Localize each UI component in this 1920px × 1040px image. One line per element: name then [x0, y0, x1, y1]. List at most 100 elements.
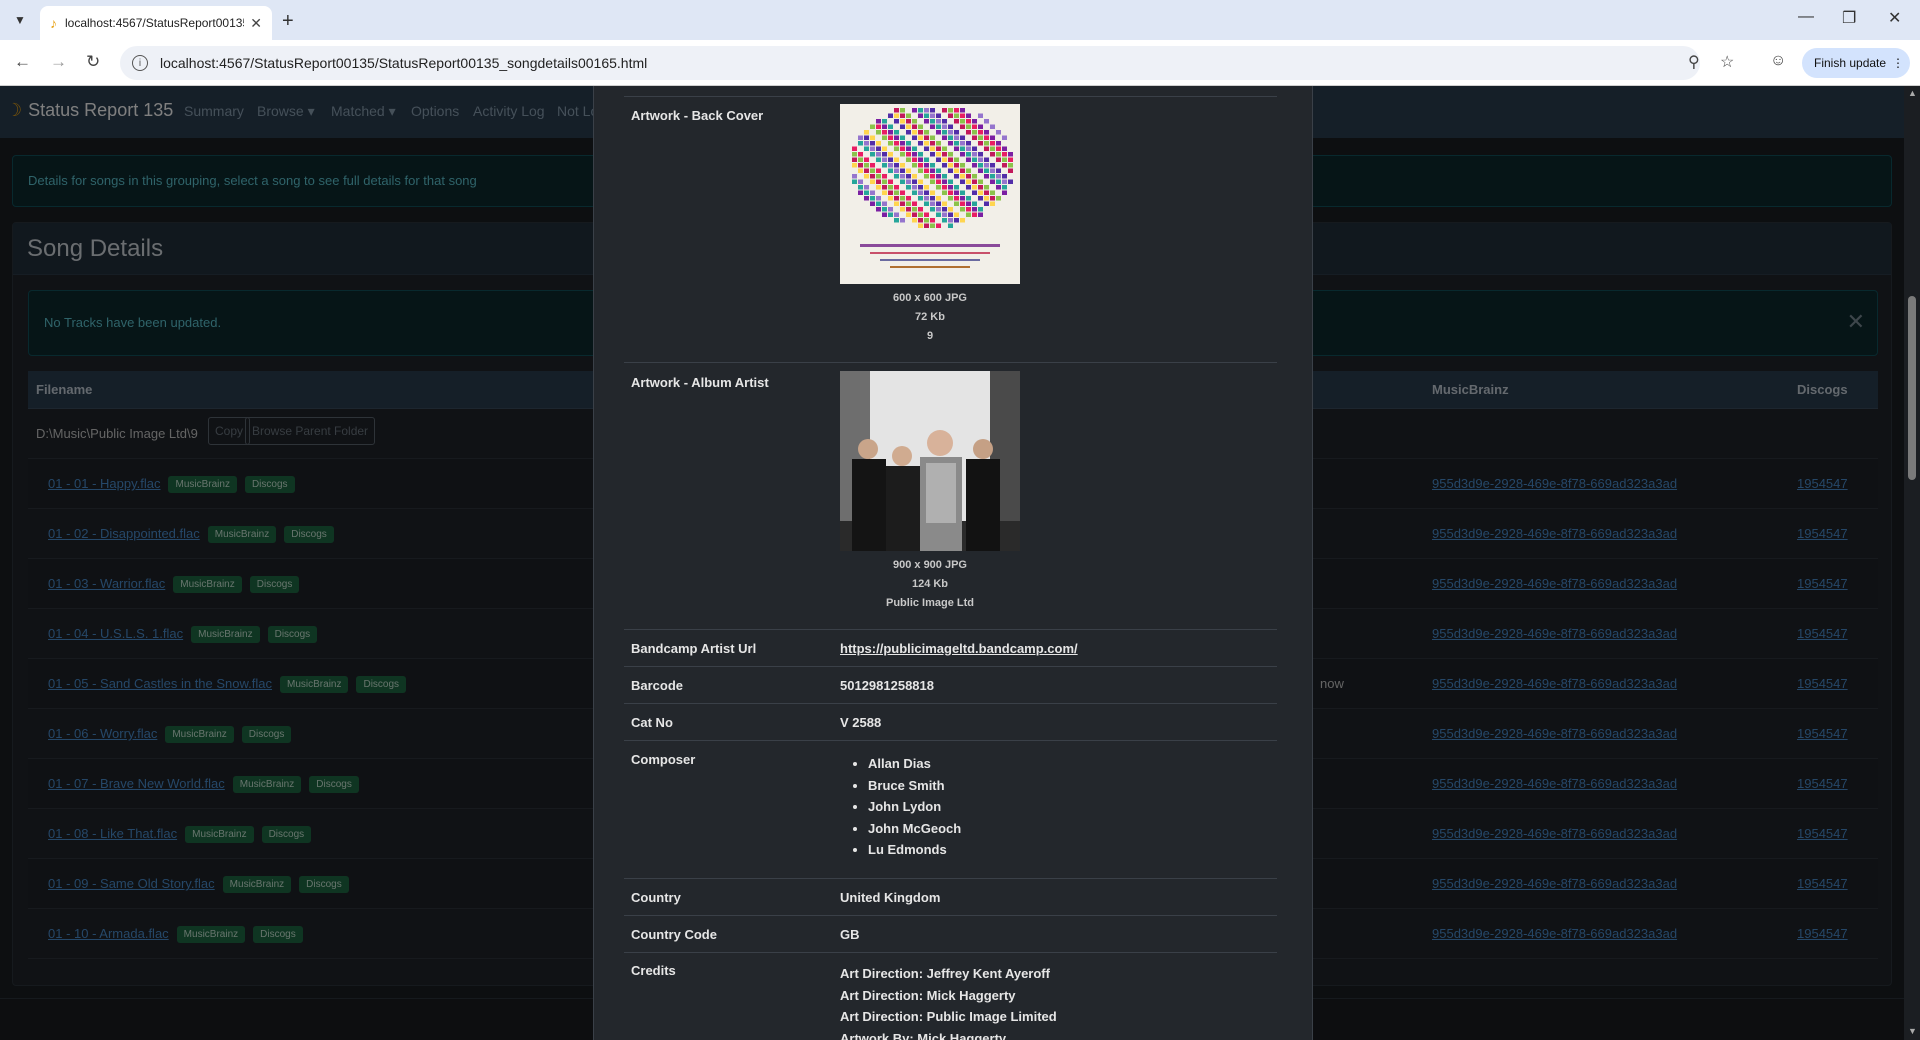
pixel-mark	[936, 130, 941, 135]
album-artist-image[interactable]	[840, 371, 1020, 551]
bookmark-star-icon[interactable]: ☆	[1720, 52, 1734, 72]
scroll-down-icon[interactable]: ▼	[1908, 1026, 1917, 1036]
composer-item: Allan Dias	[868, 753, 961, 775]
pixel-mark	[858, 163, 863, 168]
restore-icon[interactable]: ❐	[1842, 8, 1856, 28]
pixel-mark	[936, 212, 941, 217]
pixel-mark	[924, 108, 929, 113]
pixel-mark	[906, 124, 911, 129]
pixel-mark	[900, 124, 905, 129]
back-cover-info: 600 x 600 JPG 72 Kb 9	[840, 289, 1020, 346]
pixel-mark	[876, 196, 881, 201]
pixel-mark	[888, 179, 893, 184]
window-close-icon[interactable]: ✕	[1888, 8, 1901, 28]
forward-icon[interactable]: →	[50, 52, 67, 72]
tab-search-icon[interactable]: ▼	[8, 8, 32, 32]
pixel-mark	[906, 146, 911, 151]
pixel-mark	[870, 124, 875, 129]
pixel-mark	[900, 163, 905, 168]
pixel-mark	[876, 174, 881, 179]
pixel-mark	[894, 185, 899, 190]
zoom-icon[interactable]: ⚲	[1688, 52, 1700, 72]
pixel-mark	[882, 201, 887, 206]
pixel-mark	[912, 212, 917, 217]
pixel-mark	[966, 152, 971, 157]
pixel-mark	[990, 152, 995, 157]
pixel-mark	[954, 163, 959, 168]
scroll-up-icon[interactable]: ▲	[1908, 88, 1917, 98]
url-input[interactable]: i localhost:4567/StatusReport00135/Statu…	[120, 46, 1700, 80]
pixel-mark	[918, 130, 923, 135]
minimize-icon[interactable]: —	[1798, 8, 1814, 26]
pixel-mark	[942, 174, 947, 179]
pixel-mark	[924, 212, 929, 217]
pixel-mark	[954, 196, 959, 201]
pixel-mark	[918, 152, 923, 157]
album-artist-label: Artwork - Album Artist	[631, 375, 769, 390]
pixel-mark	[888, 135, 893, 140]
pixel-mark	[936, 124, 941, 129]
pixel-mark	[948, 190, 953, 195]
pixel-mark	[900, 152, 905, 157]
pixel-mark	[906, 212, 911, 217]
finish-update-button[interactable]: Finish update ⋮	[1802, 48, 1910, 78]
pixel-mark	[936, 152, 941, 157]
pixel-mark	[972, 185, 977, 190]
page-scrollbar[interactable]: ▲ ▼	[1904, 86, 1920, 1040]
pixel-mark	[894, 174, 899, 179]
pixel-mark	[978, 212, 983, 217]
pixel-mark	[924, 196, 929, 201]
pixel-mark	[876, 152, 881, 157]
pixel-mark	[918, 135, 923, 140]
pixel-mark	[948, 163, 953, 168]
bandcamp-link[interactable]: https://publicimageltd.bandcamp.com/	[840, 641, 1078, 656]
pixel-mark	[876, 119, 881, 124]
pixel-mark	[888, 196, 893, 201]
pixel-mark	[960, 196, 965, 201]
close-tab-icon[interactable]: ✕	[250, 15, 262, 32]
pixel-mark	[960, 168, 965, 173]
pixel-mark	[918, 168, 923, 173]
pixel-mark	[942, 146, 947, 151]
profile-icon[interactable]: ☺	[1770, 52, 1786, 70]
pixel-mark	[858, 190, 863, 195]
pixel-mark	[906, 141, 911, 146]
pixel-mark	[990, 179, 995, 184]
pixel-mark	[1002, 163, 1007, 168]
pixel-mark	[936, 141, 941, 146]
new-tab-icon[interactable]: +	[282, 10, 294, 33]
pixel-mark	[876, 185, 881, 190]
composer-item: Lu Edmonds	[868, 839, 961, 861]
pixel-mark	[918, 141, 923, 146]
kebab-menu-icon[interactable]: ⋮	[1892, 56, 1904, 70]
pixel-mark	[858, 135, 863, 140]
pixel-mark	[930, 223, 935, 228]
back-icon[interactable]: ←	[14, 52, 31, 72]
back-cover-image[interactable]	[840, 104, 1020, 284]
pixel-mark	[888, 190, 893, 195]
song-detail-modal: Artwork - Back Cover 600 x 600 JPG 72 Kb…	[593, 86, 1313, 1040]
pixel-mark	[882, 212, 887, 217]
pixel-mark	[984, 201, 989, 206]
pixel-mark	[918, 157, 923, 162]
reload-icon[interactable]: ↻	[86, 52, 100, 72]
pixel-mark	[936, 201, 941, 206]
pixel-mark	[852, 152, 857, 157]
pixel-mark	[894, 212, 899, 217]
pixel-mark	[948, 124, 953, 129]
pixel-mark	[978, 190, 983, 195]
detail-row-album-artist: Artwork - Album Artist 900 x 900 JPG 124…	[624, 363, 1277, 630]
pixel-mark	[918, 207, 923, 212]
pixel-mark	[978, 196, 983, 201]
browser-tab[interactable]: ♪ localhost:4567/StatusReport00135 ✕	[40, 6, 272, 40]
detail-row-country-code: Country Code GB	[624, 916, 1277, 953]
pixel-mark	[876, 157, 881, 162]
pixel-mark	[948, 207, 953, 212]
pixel-mark	[954, 135, 959, 140]
pixel-mark	[954, 119, 959, 124]
pixel-mark	[882, 179, 887, 184]
scrollbar-thumb[interactable]	[1908, 296, 1916, 480]
pixel-mark	[900, 218, 905, 223]
pixel-mark	[1008, 179, 1013, 184]
site-info-icon[interactable]: i	[132, 55, 148, 71]
